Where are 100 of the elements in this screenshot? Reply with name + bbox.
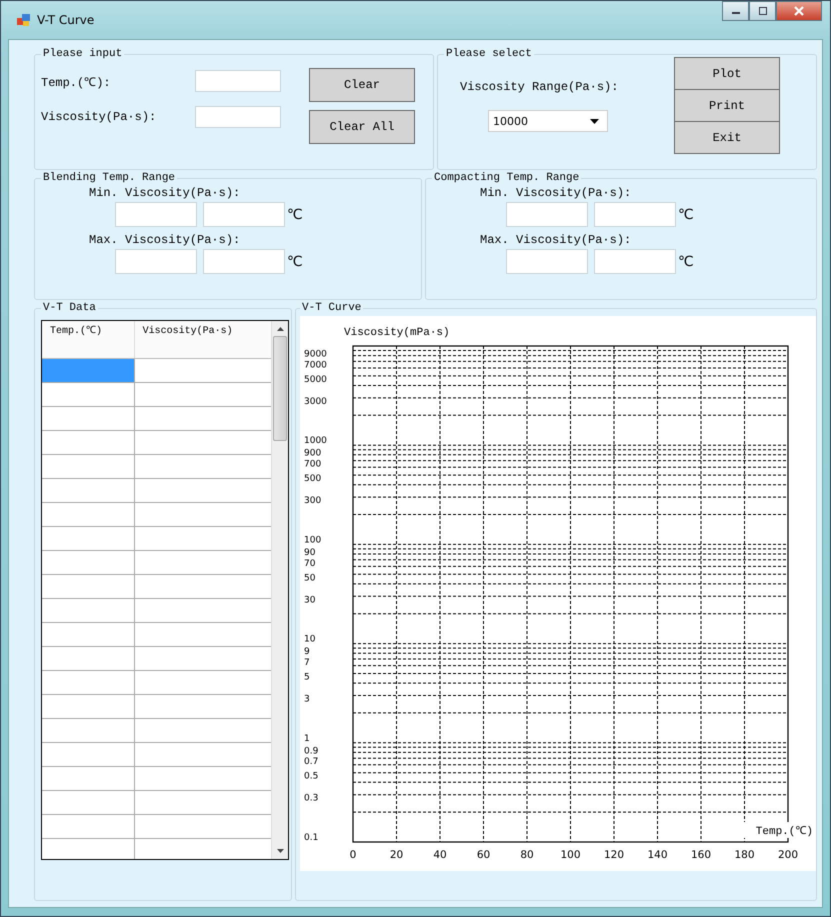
scrollbar[interactable] xyxy=(271,321,288,859)
tick-label: 10 xyxy=(304,634,316,645)
unit-label: ℃ xyxy=(287,206,303,222)
table-row[interactable] xyxy=(42,503,271,527)
tick-label: 70 xyxy=(304,558,316,569)
column-header[interactable]: Viscosity(Pa·s) xyxy=(134,321,271,358)
tick-label: 700 xyxy=(304,460,322,470)
table-row[interactable] xyxy=(42,575,271,599)
tick-label: 160 xyxy=(690,849,712,861)
tick-label: 0.5 xyxy=(304,772,318,782)
table-row[interactable] xyxy=(42,767,271,791)
clear-button[interactable]: Clear xyxy=(309,68,415,102)
tick-label: 5 xyxy=(304,672,310,682)
group-title: V-T Curve xyxy=(301,302,362,314)
field-label: Max. Viscosity(Pa·s): xyxy=(480,233,632,247)
tick-label: 100 xyxy=(560,849,581,861)
field-label: Min. Viscosity(Pa·s): xyxy=(480,186,632,200)
maximize-icon xyxy=(758,7,768,15)
group-title: V-T Data xyxy=(42,302,97,314)
clear-button[interactable]: Clear All xyxy=(309,110,415,144)
scroll-down-icon[interactable] xyxy=(276,849,284,853)
column-header[interactable]: Temp.(℃) xyxy=(42,321,135,358)
window-icon xyxy=(17,13,31,27)
table-row[interactable] xyxy=(42,407,271,431)
tick-label: 140 xyxy=(647,849,668,861)
tick-label: 90 xyxy=(304,548,316,558)
tick-label: 30 xyxy=(304,595,316,606)
tick-label: 180 xyxy=(734,849,755,861)
minimize-button[interactable] xyxy=(722,1,749,21)
tick-label: 100 xyxy=(304,535,322,546)
tick-label: 40 xyxy=(433,849,447,861)
tick-label: 0.1 xyxy=(304,833,318,843)
tick-label: 120 xyxy=(604,849,624,861)
table-row[interactable] xyxy=(42,551,271,575)
tick-label: 9 xyxy=(304,647,310,658)
close-icon xyxy=(793,6,805,16)
field-label: Max. Viscosity(Pa·s): xyxy=(89,233,240,247)
input-field[interactable] xyxy=(506,202,588,227)
group-title: Please select xyxy=(445,48,533,60)
input-field[interactable] xyxy=(195,106,281,128)
group-title: Please input xyxy=(42,48,124,60)
input-field[interactable] xyxy=(594,249,676,274)
action-button[interactable]: Exit xyxy=(674,121,780,154)
input-field[interactable] xyxy=(195,70,281,92)
table-row[interactable] xyxy=(42,623,271,647)
axis-title: Temp.(℃) xyxy=(756,826,813,838)
tick-label: 5000 xyxy=(304,374,327,385)
scroll-thumb[interactable] xyxy=(273,336,287,441)
range-dropdown[interactable]: 10000 xyxy=(488,110,608,132)
window-title: V-T Curve xyxy=(37,13,94,27)
table-row[interactable] xyxy=(42,359,271,383)
field-label: Temp.(℃): xyxy=(41,74,111,90)
table-row[interactable] xyxy=(42,647,271,671)
table-row[interactable] xyxy=(42,815,271,839)
close-button[interactable] xyxy=(776,1,822,21)
field-label: Viscosity(Pa·s): xyxy=(41,110,156,124)
input-field[interactable] xyxy=(115,202,197,227)
table-row[interactable] xyxy=(42,719,271,743)
tick-label: 0.9 xyxy=(304,746,318,756)
tick-label: 3000 xyxy=(304,396,327,407)
tick-label: 300 xyxy=(304,496,322,506)
tick-label: 9000 xyxy=(304,350,327,360)
table-row[interactable] xyxy=(42,743,271,767)
table-row[interactable] xyxy=(42,431,271,455)
scroll-up-icon[interactable] xyxy=(276,327,284,331)
field-label: Viscosity Range(Pa·s): xyxy=(460,80,618,94)
input-field[interactable] xyxy=(506,249,588,274)
table-row[interactable] xyxy=(42,479,271,503)
input-field[interactable] xyxy=(115,249,197,274)
tick-label: 500 xyxy=(304,474,322,484)
maximize-button[interactable] xyxy=(749,1,776,21)
tick-label: 1 xyxy=(304,734,310,744)
action-button[interactable]: Plot xyxy=(674,57,780,90)
table-row[interactable] xyxy=(42,383,271,407)
tick-label: 3 xyxy=(304,694,310,704)
input-field[interactable] xyxy=(203,202,285,227)
tick-label: 7000 xyxy=(304,360,327,370)
action-button[interactable]: Print xyxy=(674,89,780,122)
tick-label: 60 xyxy=(476,849,490,861)
input-field[interactable] xyxy=(594,202,676,227)
tick-label: 0.7 xyxy=(304,757,318,768)
tick-label: 200 xyxy=(778,849,798,861)
table-row[interactable] xyxy=(42,695,271,719)
tick-label: 0.3 xyxy=(304,794,318,804)
table-row[interactable] xyxy=(42,455,271,479)
input-field[interactable] xyxy=(203,249,285,274)
tick-label: 0 xyxy=(350,849,356,861)
unit-label: ℃ xyxy=(287,254,303,270)
group-title: Compacting Temp. Range xyxy=(433,172,580,184)
table-row[interactable] xyxy=(42,791,271,815)
tick-label: 80 xyxy=(520,849,534,861)
table-row[interactable] xyxy=(42,527,271,551)
tick-label: 900 xyxy=(304,448,322,459)
unit-label: ℃ xyxy=(678,254,694,270)
table-row[interactable] xyxy=(42,599,271,623)
field-label: Min. Viscosity(Pa·s): xyxy=(89,186,240,200)
tick-label: 7 xyxy=(304,658,310,668)
tick-label: 50 xyxy=(304,573,316,584)
table-row[interactable] xyxy=(42,671,271,695)
tick-label: 1000 xyxy=(304,436,327,446)
